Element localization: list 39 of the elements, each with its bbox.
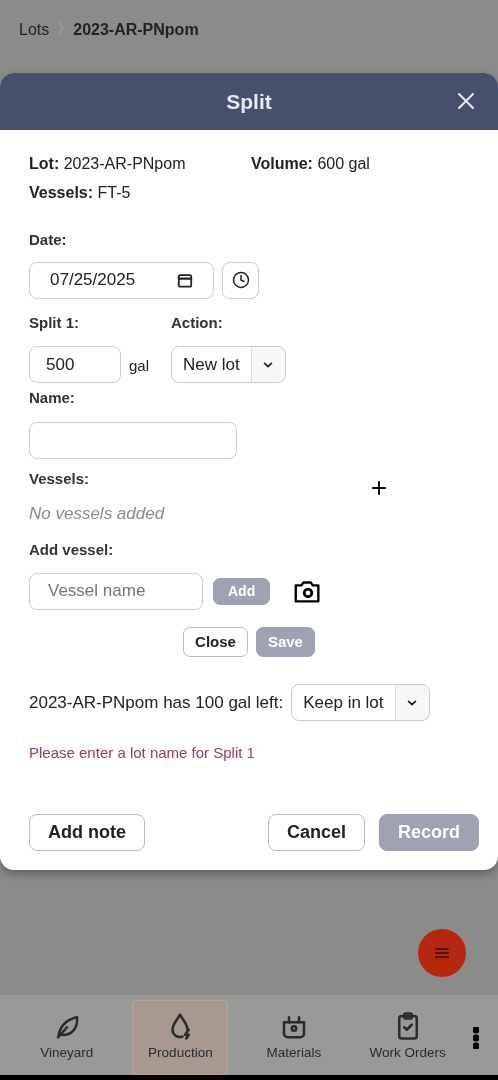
more-icon [473,1026,480,1049]
menu-button[interactable] [418,929,466,977]
cancel-button[interactable]: Cancel [267,813,365,851]
empty-message: No vessels added [29,502,166,525]
close-icon [458,93,474,109]
menu-icon [434,947,450,959]
field-label: Vessels: [29,469,90,490]
nav-tab[interactable]: Vineyard [18,1000,115,1075]
clock-button[interactable] [222,261,259,299]
nav-tab[interactable]: Production [132,1000,229,1075]
add-note-button[interactable]: Add note [29,813,145,851]
date-field[interactable]: 07/25/2025 [29,261,214,299]
name-input[interactable] [29,421,237,459]
plus-icon [372,480,386,495]
remainder-select[interactable]: Keep in lot [291,684,430,721]
remainder-text: 2023-AR-PNpom has 100 gal left: [29,691,284,714]
unit-label: gal [129,355,150,376]
calendar-icon [177,271,193,289]
field-label: Date: [29,230,68,250]
breadcrumb-link[interactable]: Lots [19,18,50,42]
field-label: Name: [29,388,76,408]
summary-text: Lot: 2023-AR-PNpom [29,154,187,174]
nav-tab[interactable]: Work Orders [359,1000,456,1075]
error-message: Please enter a lot name for Split 1 [29,743,256,763]
field-label: Action: [171,312,224,333]
nav-tab[interactable]: Materials [246,1000,342,1075]
dialog-title: Split [226,88,272,115]
vessel-name-input[interactable]: Vessel name [29,572,203,610]
field-label: Add vessel: [29,540,115,560]
field-label: Split 1: [29,312,80,333]
close-button[interactable] [458,93,474,109]
summary-text: Volume: 600 gal [251,154,370,174]
clock-icon [231,271,250,289]
amount-input[interactable]: 500 [29,346,121,383]
summary-text: Vessels: FT-5 [29,184,131,201]
close-button[interactable]: Close [183,626,248,657]
action-select[interactable]: New lot [171,346,286,383]
add-vessel-button[interactable] [372,480,386,495]
more-button[interactable] [473,1026,480,1049]
